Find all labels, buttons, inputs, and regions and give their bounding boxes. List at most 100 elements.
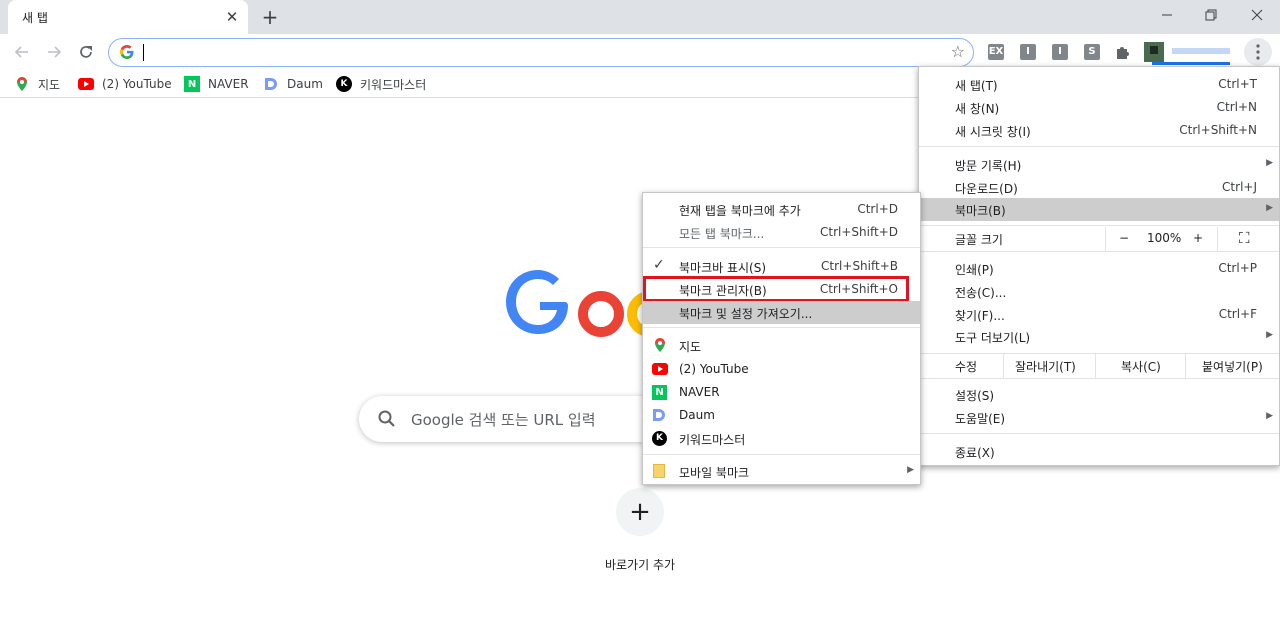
menu-separator xyxy=(919,225,1279,226)
reload-icon xyxy=(80,46,92,58)
bookmark-naver[interactable]: N NAVER xyxy=(184,75,249,93)
restore-icon xyxy=(1205,9,1217,21)
submenu-bookmark-naver[interactable]: N NAVER xyxy=(643,381,920,404)
submenu-arrow-icon: ▶ xyxy=(907,465,914,475)
daum-icon xyxy=(652,408,666,425)
bookmark-youtube[interactable]: (2) YouTube xyxy=(78,75,172,93)
new-tab-button[interactable]: + xyxy=(258,5,282,29)
youtube-icon xyxy=(78,76,94,92)
submenu-import-bookmarks[interactable]: 북마크 및 설정 가져오기... xyxy=(643,301,920,324)
youtube-icon xyxy=(652,363,668,378)
maps-icon xyxy=(653,337,667,356)
zoom-out-button[interactable]: − xyxy=(1119,231,1129,245)
minimize-button[interactable] xyxy=(1144,0,1190,30)
menu-separator xyxy=(919,251,1279,252)
s-icon[interactable]: S xyxy=(1084,44,1100,60)
paste-button[interactable]: 붙여넣기(P) xyxy=(1202,358,1263,375)
chrome-menu-button[interactable] xyxy=(1244,38,1272,66)
menu-separator xyxy=(643,327,920,328)
submenu-show-bookmarks-bar[interactable]: ✓ 북마크바 표시(S) Ctrl+Shift+B xyxy=(643,255,920,278)
submenu-bookmark-this-tab[interactable]: 현재 탭을 북마크에 추가 Ctrl+D xyxy=(643,198,920,221)
k-icon: K xyxy=(336,76,352,92)
extensions-puzzle-icon[interactable] xyxy=(1114,43,1132,61)
folder-icon xyxy=(653,464,665,478)
highlight-box xyxy=(643,276,909,302)
bookmark-label: (2) YouTube xyxy=(102,77,172,91)
copy-button[interactable]: 복사(C) xyxy=(1121,358,1161,375)
minimize-icon xyxy=(1162,14,1172,16)
zoom-in-button[interactable]: + xyxy=(1193,231,1203,245)
menu-help[interactable]: 도움말(E) ▶ xyxy=(919,406,1279,429)
close-icon xyxy=(1251,9,1263,21)
menu-separator xyxy=(919,433,1279,434)
menu-settings[interactable]: 설정(S) xyxy=(919,383,1279,406)
bookmark-label: 지도 xyxy=(38,77,61,92)
bookmark-star-icon[interactable]: ☆ xyxy=(951,42,965,61)
submenu-bookmark-daum[interactable]: Daum xyxy=(643,404,920,427)
menu-exit[interactable]: 종료(X) xyxy=(919,440,1279,463)
chrome-main-menu: 새 탭(T) Ctrl+T 새 창(N) Ctrl+N 새 시크릿 창(I) C… xyxy=(918,66,1280,466)
restore-button[interactable] xyxy=(1188,0,1234,30)
bookmark-label: 키워드마스터 xyxy=(360,77,427,92)
menu-separator xyxy=(643,247,920,248)
menu-separator xyxy=(919,146,1279,147)
bookmark-label: Daum xyxy=(287,77,323,91)
ntp-search-box[interactable]: Google 검색 또는 URL 입력 xyxy=(359,396,679,442)
menu-new-tab[interactable]: 새 탭(T) Ctrl+T xyxy=(919,73,1279,96)
forward-button[interactable] xyxy=(40,38,68,66)
toolbar: ☆ EX I I S xyxy=(0,34,1280,70)
submenu-bookmark-maps[interactable]: 지도 xyxy=(643,334,920,357)
menu-print[interactable]: 인쇄(P) Ctrl+P xyxy=(919,257,1279,280)
menu-separator xyxy=(919,378,1279,379)
add-shortcut-label: 바로가기 추가 xyxy=(604,558,676,572)
menu-separator xyxy=(643,454,920,455)
menu-find[interactable]: 찾기(F)... Ctrl+F xyxy=(919,303,1279,326)
submenu-bookmark-all-tabs[interactable]: 모든 탭 북마크... Ctrl+Shift+D xyxy=(643,221,920,244)
naver-icon: N xyxy=(652,385,667,400)
maps-icon xyxy=(14,76,30,92)
zoom-level: 100% xyxy=(1147,231,1182,245)
naver-icon: N xyxy=(184,76,200,92)
submenu-arrow-icon: ▶ xyxy=(1266,330,1273,340)
submenu-mobile-bookmarks[interactable]: 모바일 북마크 ▶ xyxy=(643,460,920,483)
search-placeholder: Google 검색 또는 URL 입력 xyxy=(411,411,596,429)
profile-avatar[interactable] xyxy=(1142,40,1238,66)
menu-more-tools[interactable]: 도구 더보기(L) ▶ xyxy=(919,325,1279,348)
menu-bookmarks[interactable]: 북마크(B) ▶ xyxy=(919,198,1279,221)
forward-arrow-icon xyxy=(48,46,62,58)
bookmark-daum[interactable]: Daum xyxy=(263,75,323,93)
i2-icon[interactable]: I xyxy=(1052,44,1068,60)
submenu-arrow-icon: ▶ xyxy=(1266,411,1273,421)
menu-downloads[interactable]: 다운로드(D) Ctrl+J xyxy=(919,176,1279,199)
fullscreen-icon[interactable]: ⛶ xyxy=(1239,229,1250,247)
menu-edit-row: 수정 잘라내기(T) 복사(C) 붙여넣기(P) xyxy=(919,354,1279,378)
bookmark-keywordmaster[interactable]: K 키워드마스터 xyxy=(336,75,426,93)
bookmark-maps[interactable]: 지도 xyxy=(14,75,60,93)
submenu-bookmark-youtube[interactable]: (2) YouTube xyxy=(643,358,920,381)
google-g-icon xyxy=(120,45,134,59)
tab-close-icon[interactable]: ✕ xyxy=(222,7,242,27)
reload-button[interactable] xyxy=(72,38,100,66)
search-icon xyxy=(378,410,395,427)
ex-icon[interactable]: EX xyxy=(988,44,1004,60)
more-vert-icon xyxy=(1256,44,1260,60)
tab-title: 새 탭 xyxy=(22,11,48,25)
back-arrow-icon xyxy=(14,46,28,58)
submenu-bookmark-keywordmaster[interactable]: K 키워드마스터 xyxy=(643,427,920,450)
submenu-arrow-icon: ▶ xyxy=(1266,203,1273,213)
menu-history[interactable]: 방문 기록(H) ▶ xyxy=(919,153,1279,176)
cut-button[interactable]: 잘라내기(T) xyxy=(1015,358,1076,375)
back-button[interactable] xyxy=(8,38,36,66)
menu-new-window[interactable]: 새 창(N) Ctrl+N xyxy=(919,96,1279,119)
check-icon: ✓ xyxy=(653,257,665,273)
menu-cast[interactable]: 전송(C)... xyxy=(919,280,1279,303)
i1-icon[interactable]: I xyxy=(1020,44,1036,60)
add-shortcut-button[interactable]: + xyxy=(616,488,664,536)
menu-zoom-row: 글꼴 크기 − 100% + ⛶ xyxy=(919,227,1279,251)
omnibox[interactable]: ☆ xyxy=(108,38,974,67)
submenu-arrow-icon: ▶ xyxy=(1266,158,1273,168)
close-window-button[interactable] xyxy=(1234,0,1280,30)
daum-icon xyxy=(263,76,279,92)
menu-new-incognito[interactable]: 새 시크릿 창(I) Ctrl+Shift+N xyxy=(919,119,1279,142)
tab-new-tab[interactable]: 새 탭 ✕ xyxy=(8,0,248,34)
